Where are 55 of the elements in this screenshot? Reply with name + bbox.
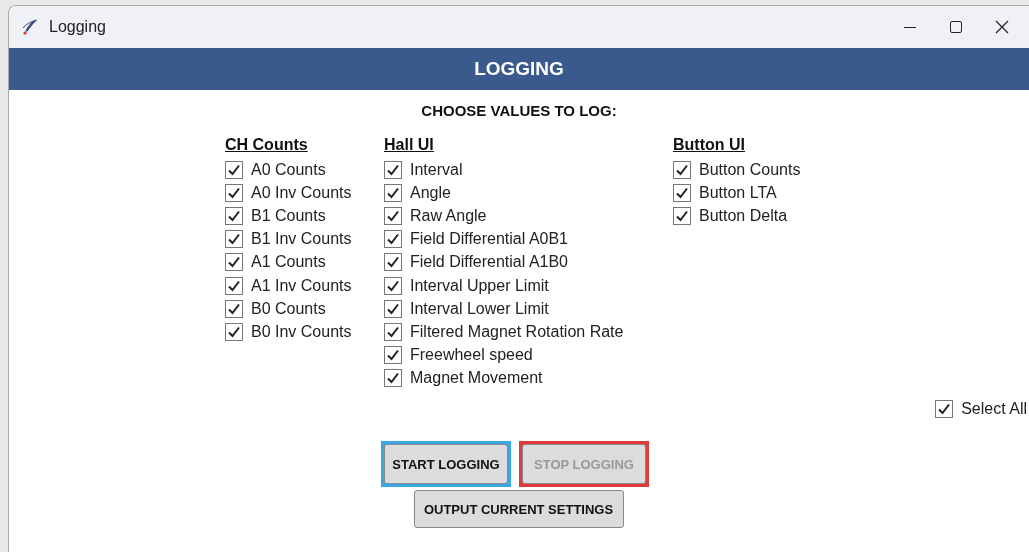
checkbox[interactable] [673, 206, 691, 225]
checkbox[interactable] [384, 253, 402, 272]
checkbox[interactable] [935, 400, 954, 419]
checkbox-label: Field Differential A1B0 [410, 253, 568, 272]
maximize-icon[interactable] [950, 21, 962, 33]
checkbox-label: Button LTA [699, 183, 777, 202]
checkbox[interactable] [384, 322, 402, 341]
checkbox-label: Angle [410, 183, 451, 202]
checkbox-label: Interval Lower Limit [410, 299, 549, 318]
checkbox[interactable] [225, 253, 243, 272]
checkbox[interactable] [673, 160, 691, 179]
prompt-text: CHOOSE VALUES TO LOG: [421, 102, 617, 119]
checkbox-label: A0 Counts [251, 160, 326, 179]
checkbox[interactable] [673, 183, 691, 202]
checkbox[interactable] [225, 276, 243, 295]
checkbox-label: A1 Counts [251, 253, 326, 272]
checkbox[interactable] [384, 160, 402, 179]
checkbox-label: B0 Counts [251, 299, 326, 318]
checkbox-label: Interval Upper Limit [410, 276, 549, 295]
checkbox-label: Field Differential A0B1 [410, 230, 568, 249]
checkbox-label: A1 Inv Counts [251, 276, 352, 295]
checkbox[interactable] [384, 346, 402, 365]
checkbox[interactable] [225, 160, 243, 179]
action-button[interactable]: OUTPUT CURRENT SETTINGS [413, 490, 624, 529]
window-title: Logging [49, 18, 107, 36]
checkbox-label: B1 Counts [251, 206, 326, 225]
group-title: Hall UI [384, 136, 434, 155]
checkbox-label: Freewheel speed [410, 346, 533, 365]
checkbox[interactable] [225, 299, 243, 318]
checkbox-label: B0 Inv Counts [251, 322, 352, 341]
checkbox-label: Magnet Movement [410, 369, 543, 388]
app-icon [21, 18, 39, 36]
checkbox[interactable] [384, 369, 402, 388]
header-title: LOGGING [474, 58, 564, 80]
checkbox[interactable] [384, 299, 402, 318]
group-title: CH Counts [225, 136, 308, 155]
checkbox-label: Button Counts [699, 160, 801, 179]
close-icon[interactable] [995, 20, 1009, 34]
checkbox-label: Button Delta [699, 206, 788, 225]
checkbox[interactable] [225, 206, 243, 225]
checkbox[interactable] [384, 276, 402, 295]
checkbox[interactable] [384, 206, 402, 225]
checkbox-label: A0 Inv Counts [251, 183, 352, 202]
action-button[interactable]: START LOGGING [384, 444, 508, 485]
checkbox-label: Select All [961, 400, 1027, 419]
checkbox-label: B1 Inv Counts [251, 230, 352, 249]
checkbox-label: Raw Angle [410, 206, 487, 225]
checkbox[interactable] [384, 230, 402, 249]
checkbox[interactable] [384, 183, 402, 202]
checkbox[interactable] [225, 230, 243, 249]
checkbox-label: Filtered Magnet Rotation Rate [410, 322, 624, 341]
checkbox-label: Interval [410, 160, 463, 179]
group-title: Button UI [673, 136, 745, 155]
checkbox[interactable] [225, 183, 243, 202]
checkbox[interactable] [225, 322, 243, 341]
